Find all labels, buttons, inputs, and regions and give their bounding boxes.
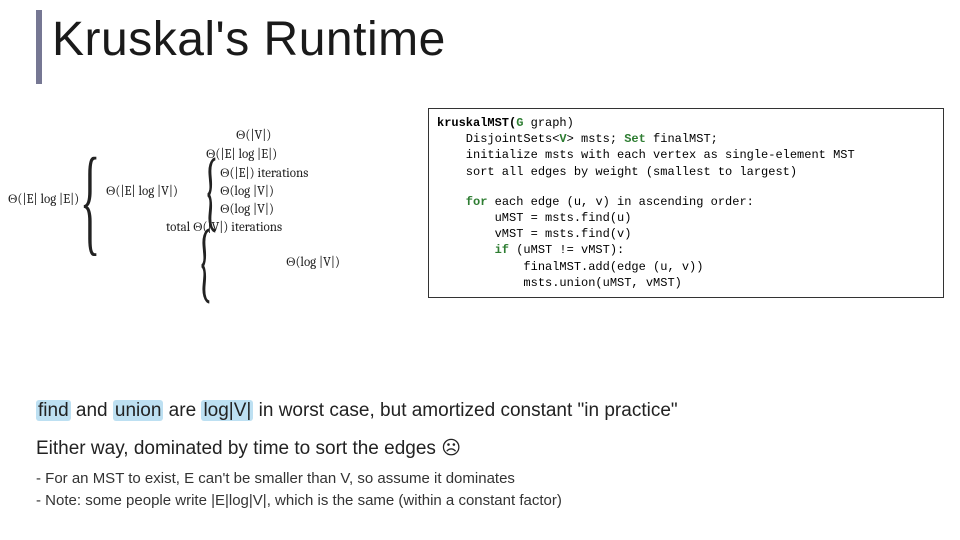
code-l5b: each edge (u, v) in ascending order:: [487, 195, 753, 209]
hl-union: union: [113, 400, 164, 421]
complexity-diagram: Θ(|E| log |E|) { Θ(|V|) Θ(|E| log |E|) Θ…: [86, 128, 340, 288]
complexity-union: Θ(log |V|): [214, 255, 340, 272]
code-l8b: (uMST != vMST):: [509, 243, 624, 257]
outer-brace-icon: {: [80, 164, 100, 236]
pseudocode-box: kruskalMST(G graph) DisjointSets<V> msts…: [428, 108, 944, 298]
complexity-init-vertices: Θ(|V|): [106, 128, 340, 145]
sub-bullet-2: Note: some people write |E|log|V|, which…: [36, 490, 562, 512]
hl-find: find: [36, 400, 71, 421]
code-fn-name: kruskalMST(: [437, 116, 516, 130]
code-l2e: finalMST;: [646, 132, 718, 146]
code-l10: msts.union(uMST, vMST): [437, 276, 682, 290]
complexity-loop-total: Θ(|E| log |V|): [106, 184, 178, 201]
sub-bullets: For an MST to exist, E can't be smaller …: [36, 468, 562, 512]
slide-root: Kruskal's Runtime Θ(|E| log |E|) { Θ(|V|…: [0, 0, 960, 540]
complexity-sort-edges: Θ(|E| log |E|): [106, 147, 340, 164]
code-l6: uMST = msts.find(u): [437, 211, 631, 225]
code-if-kw: if: [437, 243, 509, 257]
complexity-iterations: Θ(|E|) iterations: [220, 166, 308, 183]
code-type-v: V: [559, 132, 566, 146]
code-l1c: graph): [523, 116, 573, 130]
lower-brace-icon: {: [197, 239, 212, 287]
slide-title: Kruskal's Runtime: [52, 12, 446, 67]
code-l3: initialize msts with each vertex as sing…: [437, 148, 855, 162]
code-l9: finalMST.add(edge (u, v)): [437, 260, 703, 274]
outer-complexity: Θ(|E| log |E|): [8, 192, 79, 209]
code-l2a: DisjointSets<: [437, 132, 559, 146]
body-line-1: find and union are log|V| in worst case,…: [36, 398, 678, 424]
code-l7: vMST = msts.find(v): [437, 227, 631, 241]
code-type-set: Set: [624, 132, 646, 146]
complexity-total-label: total Θ(|V|) iterations: [106, 220, 340, 237]
code-l2c: > msts;: [567, 132, 625, 146]
body-line-2: Either way, dominated by time to sort th…: [36, 436, 461, 462]
complexity-find-u: Θ(log |V|): [220, 184, 308, 201]
sub-bullet-1: For an MST to exist, E can't be smaller …: [36, 468, 562, 490]
code-l4: sort all edges by weight (smallest to la…: [437, 165, 797, 179]
title-accent-bar: [36, 10, 42, 84]
mid-brace-icon: {: [203, 168, 218, 216]
complexity-find-v: Θ(log |V|): [220, 202, 308, 219]
code-for-kw: for: [437, 195, 487, 209]
hl-logv: log|V|: [201, 400, 253, 421]
